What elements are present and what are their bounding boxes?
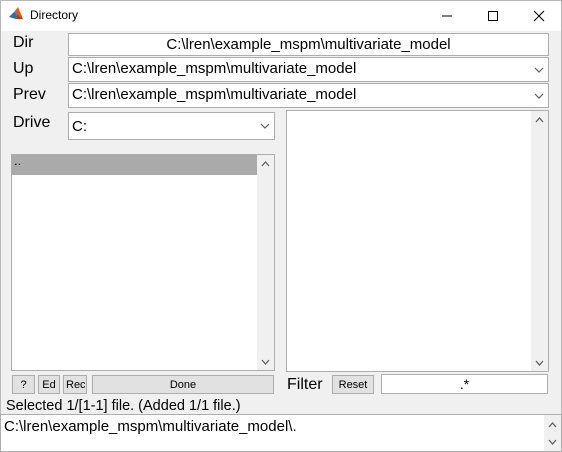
minimize-icon bbox=[442, 15, 452, 16]
rec-button[interactable]: Rec bbox=[63, 375, 87, 394]
drive-dropdown[interactable]: C: bbox=[68, 112, 275, 140]
chevron-down-icon bbox=[257, 114, 273, 138]
prev-label: Prev bbox=[13, 86, 46, 103]
drive-value: C: bbox=[72, 118, 87, 135]
scroll-up-icon[interactable] bbox=[531, 111, 548, 128]
filter-label: Filter bbox=[287, 376, 323, 393]
selection-value: C:\lren\example_mspm\multivariate_model\… bbox=[4, 418, 297, 435]
filter-value: .* bbox=[459, 376, 470, 392]
list-item-label: .. bbox=[14, 154, 22, 168]
scroll-up-icon[interactable] bbox=[544, 416, 561, 433]
minimize-button[interactable] bbox=[424, 0, 470, 31]
up-label: Up bbox=[13, 60, 34, 77]
scroll-down-icon[interactable] bbox=[544, 433, 561, 450]
window-title: Directory bbox=[30, 8, 79, 22]
done-button[interactable]: Done bbox=[92, 375, 274, 394]
scroll-up-icon[interactable] bbox=[257, 155, 274, 172]
prev-dropdown[interactable]: C:\lren\example_mspm\multivariate_model bbox=[68, 83, 549, 108]
selection-textarea[interactable]: C:\lren\example_mspm\multivariate_model\… bbox=[0, 414, 562, 452]
dir-value: C:\lren\example_mspm\multivariate_model bbox=[166, 36, 451, 53]
close-icon bbox=[533, 10, 545, 21]
prev-value: C:\lren\example_mspm\multivariate_model bbox=[72, 86, 357, 103]
drive-label: Drive bbox=[13, 114, 51, 131]
maximize-button[interactable] bbox=[470, 0, 516, 31]
file-list[interactable] bbox=[286, 110, 549, 372]
reset-button[interactable]: Reset bbox=[332, 375, 374, 394]
list-item[interactable]: .. bbox=[12, 155, 259, 175]
scroll-down-icon[interactable] bbox=[257, 353, 274, 370]
close-button[interactable] bbox=[516, 0, 562, 31]
selection-scrollbar[interactable] bbox=[544, 415, 561, 451]
maximize-icon bbox=[488, 10, 498, 21]
scroll-down-icon[interactable] bbox=[531, 354, 548, 371]
edit-button[interactable]: Ed bbox=[38, 375, 60, 394]
directory-list[interactable]: .. bbox=[11, 154, 275, 371]
up-value: C:\lren\example_mspm\multivariate_model bbox=[72, 60, 357, 77]
chevron-down-icon bbox=[531, 85, 547, 106]
matlab-icon bbox=[8, 6, 24, 22]
status-text: Selected 1/[1-1] file. (Added 1/1 file.) bbox=[6, 398, 241, 414]
file-list-scrollbar[interactable] bbox=[531, 111, 548, 371]
up-dropdown[interactable]: C:\lren\example_mspm\multivariate_model bbox=[68, 57, 549, 82]
chevron-down-icon bbox=[531, 59, 547, 80]
help-button[interactable]: ? bbox=[12, 375, 35, 394]
dir-label: Dir bbox=[13, 34, 34, 51]
filter-input[interactable]: .* bbox=[381, 374, 548, 394]
dir-field[interactable]: C:\lren\example_mspm\multivariate_model bbox=[68, 33, 549, 56]
directory-list-scrollbar[interactable] bbox=[257, 155, 274, 370]
